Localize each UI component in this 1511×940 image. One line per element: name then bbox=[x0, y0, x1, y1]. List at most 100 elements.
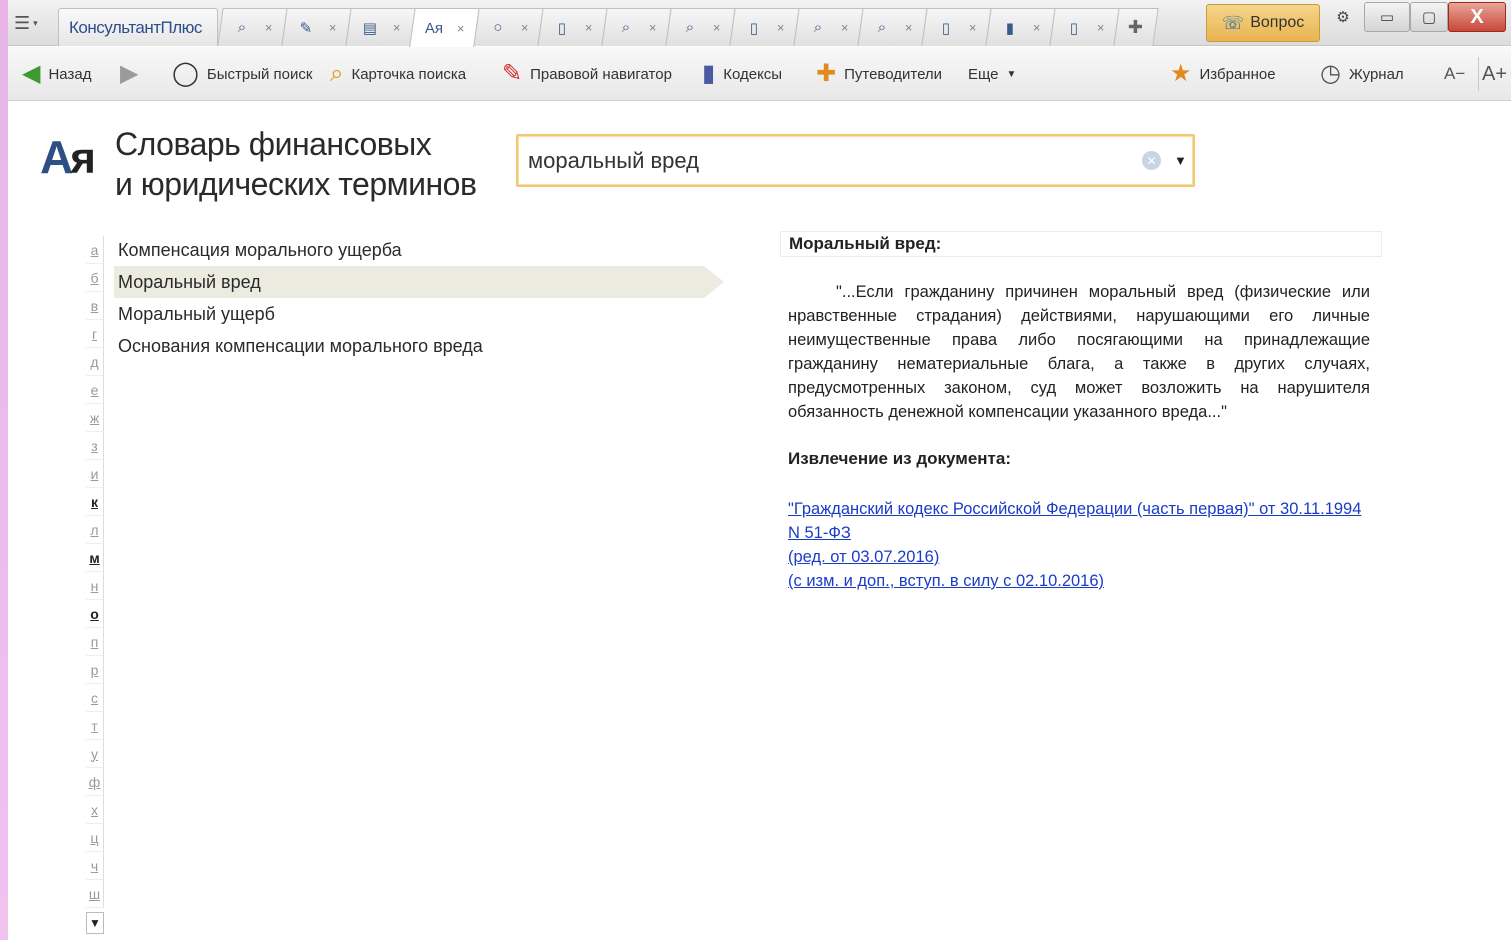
alphabet-letter[interactable]: у bbox=[86, 740, 104, 768]
close-icon[interactable]: × bbox=[393, 20, 401, 35]
favorites-button[interactable]: ★ Избранное bbox=[1170, 47, 1276, 101]
close-icon[interactable]: × bbox=[1033, 20, 1041, 35]
term-item[interactable]: Компенсация морального ущерба bbox=[114, 234, 744, 266]
tab[interactable]: ▮ × bbox=[985, 8, 1056, 46]
question-button[interactable]: ☏ Вопрос bbox=[1206, 4, 1320, 42]
term-item[interactable]: Моральный вред bbox=[114, 266, 724, 298]
search-input[interactable] bbox=[528, 146, 1128, 176]
tab[interactable]: ▯ × bbox=[537, 8, 608, 46]
alphabet-letter[interactable]: п bbox=[86, 628, 104, 656]
main-toolbar: ◀ Назад ▶ ◯ Быстрый поиск ⌕ Карточка пои… bbox=[8, 47, 1511, 101]
tab[interactable]: ▯ × bbox=[921, 8, 992, 46]
network-icon[interactable]: ⚙ bbox=[1328, 2, 1358, 32]
tab[interactable]: ⌕ × bbox=[857, 8, 928, 46]
journal-button[interactable]: ◷ Журнал bbox=[1320, 47, 1404, 101]
alphabet-letter[interactable]: р bbox=[86, 656, 104, 684]
guides-button[interactable]: ✚ Путеводители bbox=[816, 47, 942, 101]
main-menu-button[interactable]: ☰ ▾ bbox=[14, 10, 48, 36]
search-card-icon: ⌕ bbox=[877, 19, 887, 36]
alphabet-letter[interactable]: ч bbox=[86, 852, 104, 880]
more-menu-button[interactable]: Еще ▼ bbox=[968, 47, 1016, 101]
legal-navigator-button[interactable]: ✎ Правовой навигатор bbox=[502, 47, 672, 101]
alphabet-letter[interactable]: ц bbox=[86, 824, 104, 852]
close-icon[interactable]: × bbox=[713, 20, 721, 35]
tab[interactable]: ⌕ × bbox=[793, 8, 864, 46]
close-icon[interactable]: × bbox=[585, 20, 593, 35]
alphabet-letter[interactable]: и bbox=[86, 460, 104, 488]
source-link-line[interactable]: N 51-ФЗ bbox=[788, 521, 1378, 545]
alphabet-letter[interactable]: ф bbox=[86, 768, 104, 796]
term-item[interactable]: Моральный ущерб bbox=[114, 298, 744, 330]
tab[interactable]: ○ × bbox=[473, 8, 544, 46]
close-icon[interactable]: × bbox=[777, 20, 785, 35]
close-icon[interactable]: × bbox=[905, 20, 913, 35]
alphabet-letter[interactable]: з bbox=[86, 432, 104, 460]
alphabet-letter[interactable]: ш bbox=[86, 880, 104, 908]
tab[interactable]: ▯ × bbox=[729, 8, 800, 46]
close-window-button[interactable]: X bbox=[1448, 2, 1506, 32]
more-label: Еще bbox=[968, 65, 999, 83]
alphabet-letter[interactable]: о bbox=[86, 600, 104, 628]
codes-button[interactable]: ▮ Кодексы bbox=[702, 47, 782, 101]
alphabet-letter[interactable]: б bbox=[86, 264, 104, 292]
close-icon[interactable]: × bbox=[841, 20, 849, 35]
forward-button[interactable]: ▶ bbox=[120, 47, 138, 101]
alphabet-letter[interactable]: т bbox=[86, 712, 104, 740]
alphabet-letter[interactable]: к bbox=[86, 488, 104, 516]
tab[interactable]: ✎ × bbox=[281, 8, 352, 46]
term-search-box: ✕ ▼ bbox=[516, 134, 1195, 187]
brand-tab[interactable]: КонсультантПлюс bbox=[58, 8, 218, 46]
tab[interactable]: ⌕ × bbox=[217, 8, 288, 46]
document-icon: ▯ bbox=[941, 19, 951, 37]
alphabet-letter[interactable]: ж bbox=[86, 404, 104, 432]
term-list: Компенсация морального ущерба Моральный в… bbox=[114, 234, 744, 362]
logo-letter-b: я bbox=[70, 134, 96, 183]
close-icon[interactable]: × bbox=[1097, 20, 1105, 35]
codex-icon: ▮ bbox=[1005, 19, 1015, 37]
search-card-button[interactable]: ⌕ Карточка поиска bbox=[330, 47, 466, 101]
quick-search-button[interactable]: ◯ Быстрый поиск bbox=[172, 47, 312, 101]
alphabet-letter[interactable]: д bbox=[86, 348, 104, 376]
close-icon[interactable]: × bbox=[265, 20, 273, 35]
clear-icon[interactable]: ✕ bbox=[1142, 151, 1161, 170]
chevron-down-icon[interactable]: ▼ bbox=[1174, 153, 1187, 168]
alphabet-letter[interactable]: х bbox=[86, 796, 104, 824]
close-icon[interactable]: × bbox=[329, 20, 337, 35]
tab[interactable]: ⌕ × bbox=[665, 8, 736, 46]
close-icon[interactable]: × bbox=[649, 20, 657, 35]
legal-navigator-label: Правовой навигатор bbox=[530, 65, 672, 83]
tab[interactable]: Ая × bbox=[409, 8, 480, 47]
alphabet-letter[interactable]: н bbox=[86, 572, 104, 600]
back-label: Назад bbox=[48, 65, 92, 83]
source-link-line[interactable]: (ред. от 03.07.2016) bbox=[788, 545, 1378, 569]
alphabet-letter[interactable]: л bbox=[86, 516, 104, 544]
alphabet-letter[interactable]: е bbox=[86, 376, 104, 404]
quick-search-label: Быстрый поиск bbox=[206, 65, 313, 83]
close-icon[interactable]: × bbox=[969, 20, 977, 35]
minimize-button[interactable]: ▭ bbox=[1364, 2, 1410, 32]
font-larger-button[interactable]: A+ bbox=[1482, 47, 1507, 101]
alphabet-letter[interactable]: а bbox=[86, 236, 104, 264]
scroll-down-icon[interactable]: ▼ bbox=[86, 912, 104, 934]
alphabet-letter[interactable]: г bbox=[86, 320, 104, 348]
source-link-line[interactable]: (с изм. и доп., вступ. в силу с 02.10.20… bbox=[788, 569, 1378, 593]
tab[interactable]: ⌕ × bbox=[601, 8, 672, 46]
maximize-button[interactable]: ▢ bbox=[1410, 2, 1448, 32]
alphabet-letter[interactable]: в bbox=[86, 292, 104, 320]
new-tab-button[interactable]: ✚ bbox=[1113, 8, 1159, 46]
search-card-icon: ⌕ bbox=[621, 19, 631, 36]
font-smaller-button[interactable]: A− bbox=[1444, 47, 1465, 101]
source-document-link[interactable]: "Гражданский кодекс Российской Федерации… bbox=[788, 497, 1378, 593]
close-icon[interactable]: × bbox=[521, 20, 529, 35]
favorites-label: Избранное bbox=[1199, 65, 1276, 83]
close-icon[interactable]: × bbox=[457, 21, 465, 36]
page-title-line1: Словарь финансовых bbox=[115, 126, 432, 162]
alphabet-letter[interactable]: с bbox=[86, 684, 104, 712]
tab[interactable]: ▤ × bbox=[345, 8, 416, 46]
tab[interactable]: ▯ × bbox=[1049, 8, 1120, 46]
source-link-line[interactable]: "Гражданский кодекс Российской Федерации… bbox=[788, 497, 1378, 521]
term-item[interactable]: Основания компенсации морального вреда bbox=[114, 330, 744, 362]
alphabet-letter[interactable]: м bbox=[86, 544, 104, 572]
back-button[interactable]: ◀ Назад bbox=[22, 47, 91, 101]
definition-text: "...Если гражданину причинен моральный в… bbox=[788, 283, 1370, 421]
